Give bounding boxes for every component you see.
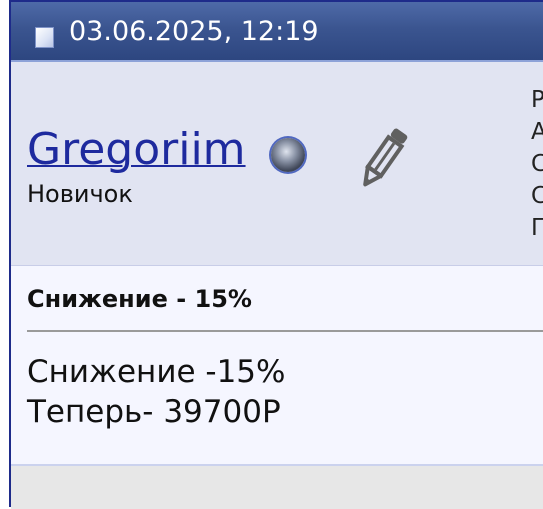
document-icon	[35, 27, 54, 48]
post-title: Снижение - 15%	[27, 285, 252, 313]
post-header: 03.06.2025, 12:19	[11, 2, 543, 62]
username-link[interactable]: Gregoriim	[27, 124, 246, 175]
user-info-item: Р	[531, 87, 543, 113]
divider	[27, 330, 543, 332]
pencil-icon[interactable]	[353, 124, 413, 194]
post-content: Снижение - 15% Снижение -15% Теперь- 397…	[11, 266, 543, 466]
post-footer	[11, 466, 543, 509]
offline-status-icon	[271, 138, 305, 172]
user-rank: Новичок	[27, 180, 133, 208]
user-panel: Gregoriim Новичок Р А С С П	[11, 62, 543, 266]
post-body-line: Снижение -15%	[27, 354, 286, 390]
user-info-item: С	[531, 183, 543, 209]
user-info-item: П	[531, 215, 543, 241]
post-date: 03.06.2025, 12:19	[69, 16, 319, 47]
forum-post: 03.06.2025, 12:19 Gregoriim Новичок Р А …	[9, 0, 543, 509]
user-info-list: Р А С С П	[531, 84, 543, 244]
post-body: Снижение -15% Теперь- 39700Р	[27, 352, 286, 432]
user-info-item: А	[531, 119, 543, 145]
user-info-item: С	[531, 151, 543, 177]
post-body-line: Теперь- 39700Р	[27, 394, 281, 430]
